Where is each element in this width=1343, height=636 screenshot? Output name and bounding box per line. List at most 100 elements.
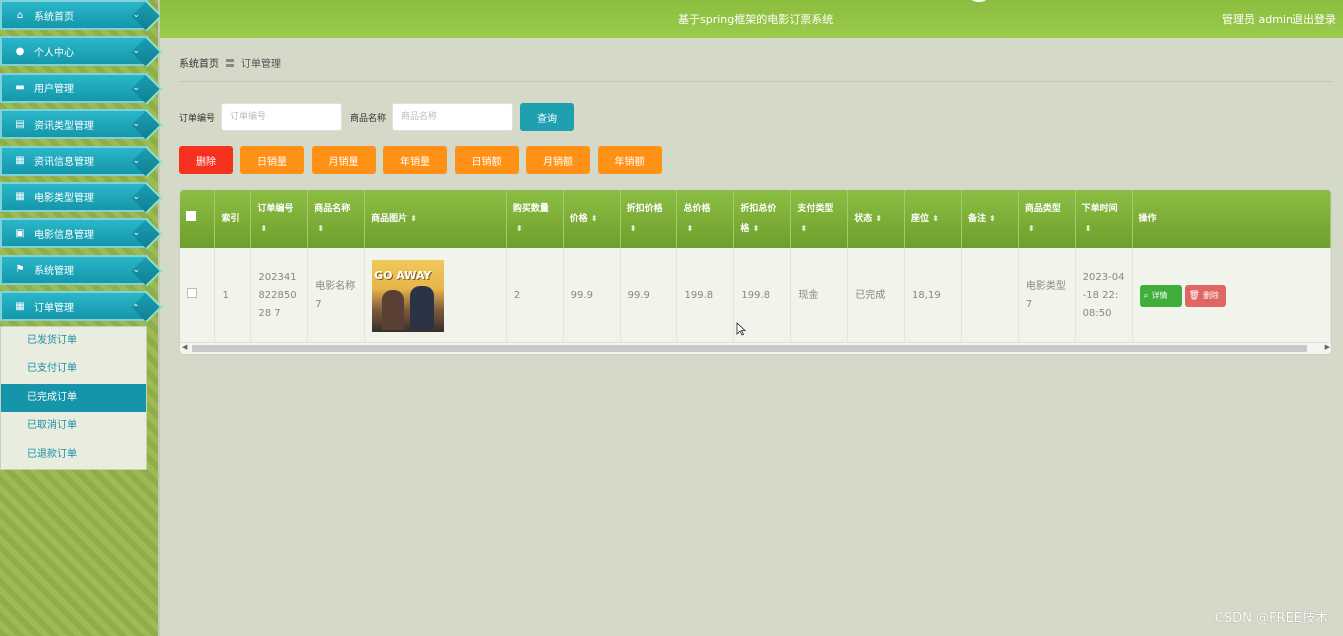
orders-table: 索引 订单编号 ⬍ 商品名称 ⬍ 商品图片 ⬍ 购买数量 ⬍ 价格 ⬍ 折扣价格 ⬍ 总价格… xyxy=(180,190,1331,344)
sort-icon: ⬍ xyxy=(1084,223,1092,233)
chevron-down-icon: ⌄ xyxy=(132,119,140,130)
row-select-cell xyxy=(180,248,216,344)
scroll-left-icon[interactable]: ◀ xyxy=(182,343,187,351)
col-header: 操作 xyxy=(1132,190,1331,248)
col-header[interactable]: 折扣价格 ⬍ xyxy=(620,190,678,248)
table-header-row: 索引 订单编号 ⬍ 商品名称 ⬍ 商品图片 ⬍ 购买数量 ⬍ 价格 ⬍ 折扣价格 ⬍ 总价格… xyxy=(180,190,1331,248)
breadcrumb-separator: 〓 xyxy=(225,59,235,70)
chevron-down-icon: ⌄ xyxy=(132,10,140,20)
sidebar-item[interactable]: ▦ 电影类型管理 ⌄ xyxy=(0,181,148,212)
movie-poster: GO AWAY xyxy=(372,260,445,332)
query-button[interactable]: 查询 xyxy=(520,103,575,131)
select-all-checkbox[interactable] xyxy=(186,210,196,221)
logout-link[interactable]: 退出登录 xyxy=(1292,11,1336,27)
trash-icon: 🗑 xyxy=(1188,291,1200,301)
cell-price: 99.9 xyxy=(563,248,621,344)
grid-icon: ▦ xyxy=(15,300,25,312)
breadcrumb-home[interactable]: 系统首页 xyxy=(179,59,219,70)
sidebar-item-label: 用户管理 xyxy=(34,84,74,96)
sidebar-item[interactable]: ▦ 订单管理 ⌄ xyxy=(0,291,148,322)
submenu-item[interactable]: 已发货订单 xyxy=(1,327,146,356)
scroll-right-icon[interactable]: ▶ xyxy=(1325,343,1330,351)
col-header[interactable]: 折扣总价格 ⬍ xyxy=(733,190,792,248)
col-header[interactable]: 下单时间 ⬍ xyxy=(1075,190,1133,248)
col-header[interactable]: 价格 ⬍ xyxy=(563,190,621,248)
sidebar-item[interactable]: ▣ 电影信息管理 ⌄ xyxy=(0,218,148,249)
month-amount-button[interactable]: 月销额 xyxy=(526,146,590,174)
day-sales-button[interactable]: 日销量 xyxy=(240,146,304,174)
col-header[interactable]: 购买数量 ⬍ xyxy=(506,190,564,248)
col-header[interactable]: 支付类型 ⬍ xyxy=(790,190,849,248)
col-header[interactable]: 商品名称 ⬍ xyxy=(307,190,366,248)
order-no-input[interactable] xyxy=(221,103,343,131)
cell-note xyxy=(961,248,1019,344)
cell-quantity: 2 xyxy=(506,248,564,344)
sidebar-item-label: 系统首页 xyxy=(34,11,74,23)
batch-delete-button[interactable]: 删除 xyxy=(179,146,233,174)
scrollbar-thumb[interactable] xyxy=(192,345,1307,352)
cell-discount-price: 99.9 xyxy=(620,248,678,344)
chevron-down-icon: ⌄ xyxy=(132,46,140,57)
product-name-input[interactable] xyxy=(392,103,514,131)
sort-icon: ⬍ xyxy=(590,214,598,223)
user-name: 管理员 admin xyxy=(1222,13,1293,26)
sidebar-menu: ⌂ 系统首页 ⌄ ● 个人中心 ⌄ ▬ 用户管理 ⌄ ▤ 资讯类型管理 ⌄ ▦ 资讯信息管理 ⌄ ▦ 电影类型管… xyxy=(0,0,158,471)
table-row: 1 20234182285028 7 电影名称7 GO AWAY 2 99.9 … xyxy=(180,248,1331,344)
col-header[interactable]: 状态 ⬍ xyxy=(847,190,906,248)
col-header[interactable]: 座位 ⬍ xyxy=(904,190,962,248)
sort-icon: ⬍ xyxy=(875,214,882,223)
logo-mark xyxy=(968,0,990,2)
sidebar-item[interactable]: ● 个人中心 ⌄ xyxy=(0,36,148,67)
select-all-cell xyxy=(180,190,216,248)
col-header[interactable]: 商品类型 ⬍ xyxy=(1018,190,1076,248)
breadcrumb-current: 订单管理 xyxy=(241,59,281,70)
orders-table-container: 索引 订单编号 ⬍ 商品名称 ⬍ 商品图片 ⬍ 购买数量 ⬍ 价格 ⬍ 折扣价格 ⬍ 总价格… xyxy=(179,189,1332,355)
cell-product-name: 电影名称7 xyxy=(307,248,366,344)
cell-product-type: 电影类型7 xyxy=(1018,248,1076,344)
submenu-item[interactable]: 已完成订单 xyxy=(1,383,146,413)
submenu-item[interactable]: 已退款订单 xyxy=(1,441,146,470)
sort-icon: ⬍ xyxy=(410,214,417,223)
grid-icon: ▦ xyxy=(15,191,25,203)
delete-button[interactable]: 🗑 删除 xyxy=(1184,285,1226,307)
sidebar-item[interactable]: ⚑ 系统管理 ⌄ xyxy=(0,254,148,285)
sidebar-item[interactable]: ▬ 用户管理 ⌄ xyxy=(0,72,148,103)
cell-actions: ⌕ 详情 🗑 删除 xyxy=(1132,248,1331,344)
sort-icon: ⬍ xyxy=(752,223,760,233)
briefcase-icon: ▬ xyxy=(15,82,25,94)
main-content: 系统首页〓订单管理 订单编号 商品名称 查询 删除 日销量 月销量 年销量 日销… xyxy=(179,38,1332,355)
breadcrumb: 系统首页〓订单管理 xyxy=(179,38,1332,82)
cell-total: 199.8 xyxy=(676,248,735,344)
col-header[interactable]: 订单编号 ⬍ xyxy=(250,190,309,248)
col-header: 索引 xyxy=(214,190,252,248)
day-amount-button[interactable]: 日销额 xyxy=(454,146,519,174)
year-amount-button[interactable]: 年销额 xyxy=(597,146,662,174)
detail-button[interactable]: ⌕ 详情 xyxy=(1139,285,1182,307)
col-header[interactable]: 总价格 ⬍ xyxy=(676,190,735,248)
home-icon: ⌂ xyxy=(16,9,24,21)
submenu-item[interactable]: 已支付订单 xyxy=(1,355,146,384)
sidebar-item[interactable]: ⌂ 系统首页 ⌄ xyxy=(0,0,148,30)
sort-icon: ⬍ xyxy=(1027,223,1035,233)
print-icon: ▤ xyxy=(15,118,25,130)
col-header[interactable]: 商品图片 ⬍ xyxy=(364,190,507,248)
row-checkbox[interactable] xyxy=(187,288,197,298)
sort-icon: ⬍ xyxy=(629,223,637,233)
col-header[interactable]: 备注 ⬍ xyxy=(961,190,1019,248)
year-sales-button[interactable]: 年销量 xyxy=(383,146,447,174)
sort-icon: ⬍ xyxy=(686,223,694,233)
submenu-orders: 已发货订单 已支付订单 已完成订单 已取消订单 已退款订单 xyxy=(0,325,147,471)
cell-seat: 18,19 xyxy=(904,248,962,344)
cell-index: 1 xyxy=(214,248,252,344)
sidebar-item-label: 订单管理 xyxy=(34,302,74,314)
chevron-down-icon: ⌄ xyxy=(132,264,140,275)
sidebar-item[interactable]: ▤ 资讯类型管理 ⌄ xyxy=(0,109,148,140)
sidebar-item-label: 资讯类型管理 xyxy=(34,120,94,132)
sidebar-item[interactable]: ▦ 资讯信息管理 ⌄ xyxy=(0,145,148,176)
chevron-down-icon: ⌄ xyxy=(132,228,140,239)
search-form: 订单编号 商品名称 查询 xyxy=(179,103,575,131)
month-sales-button[interactable]: 月销量 xyxy=(311,146,376,174)
submenu-item[interactable]: 已取消订单 xyxy=(1,412,146,441)
horizontal-scrollbar[interactable]: ◀ ▶ xyxy=(180,342,1331,354)
sidebar-item-label: 电影信息管理 xyxy=(34,229,94,241)
